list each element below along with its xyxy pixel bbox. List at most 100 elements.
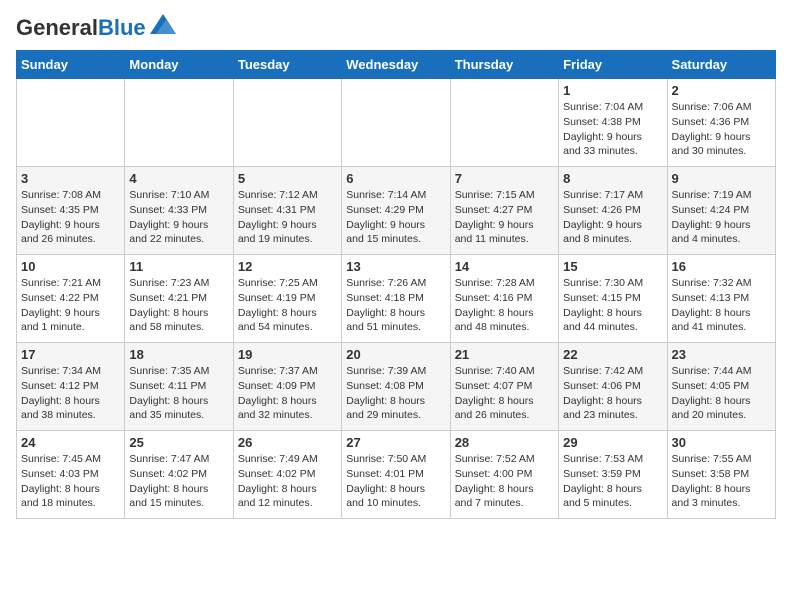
- day-info: Sunrise: 7:10 AM Sunset: 4:33 PM Dayligh…: [129, 188, 228, 247]
- calendar-cell: 7Sunrise: 7:15 AM Sunset: 4:27 PM Daylig…: [450, 167, 558, 255]
- day-number: 18: [129, 347, 228, 362]
- day-number: 2: [672, 83, 771, 98]
- day-info: Sunrise: 7:21 AM Sunset: 4:22 PM Dayligh…: [21, 276, 120, 335]
- day-number: 11: [129, 259, 228, 274]
- day-info: Sunrise: 7:55 AM Sunset: 3:58 PM Dayligh…: [672, 452, 771, 511]
- day-number: 15: [563, 259, 662, 274]
- day-info: Sunrise: 7:50 AM Sunset: 4:01 PM Dayligh…: [346, 452, 445, 511]
- calendar-cell: 5 Sunrise: 7:12 AM Sunset: 4:31 PM Daylig…: [233, 167, 341, 255]
- day-info: Sunrise: 7:12 AM Sunset: 4:31 PM Dayligh…: [238, 188, 337, 247]
- day-number: 1: [563, 83, 662, 98]
- day-info: Sunrise: 7:45 AM Sunset: 4:03 PM Dayligh…: [21, 452, 120, 511]
- calendar-cell: 4 Sunrise: 7:10 AM Sunset: 4:33 PM Daylig…: [125, 167, 233, 255]
- weekday-sunday: Sunday: [17, 51, 125, 79]
- day-info: Sunrise: 7:04 AM Sunset: 4:38 PM Dayligh…: [563, 100, 662, 159]
- calendar-cell: 22Sunrise: 7:42 AM Sunset: 4:06 PM Dayli…: [559, 343, 667, 431]
- weekday-tuesday: Tuesday: [233, 51, 341, 79]
- header: GeneralBlue: [16, 16, 776, 40]
- day-info: Sunrise: 7:17 AM Sunset: 4:26 PM Dayligh…: [563, 188, 662, 247]
- day-info: Sunrise: 7:08 AM Sunset: 4:35 PM Dayligh…: [21, 188, 120, 247]
- weekday-monday: Monday: [125, 51, 233, 79]
- calendar-cell: [342, 79, 450, 167]
- day-number: 4: [129, 171, 228, 186]
- weekday-saturday: Saturday: [667, 51, 775, 79]
- calendar-cell: 28 Sunrise: 7:52 AM Sunset: 4:00 PM Dayli…: [450, 431, 558, 519]
- weekday-thursday: Thursday: [450, 51, 558, 79]
- day-number: 17: [21, 347, 120, 362]
- day-number: 23: [672, 347, 771, 362]
- day-number: 25: [129, 435, 228, 450]
- day-number: 3: [21, 171, 120, 186]
- weekday-header-row: SundayMondayTuesdayWednesdayThursdayFrid…: [17, 51, 776, 79]
- calendar-cell: 2 Sunrise: 7:06 AM Sunset: 4:36 PM Daylig…: [667, 79, 775, 167]
- day-number: 5: [238, 171, 337, 186]
- day-number: 28: [455, 435, 554, 450]
- calendar-table: SundayMondayTuesdayWednesdayThursdayFrid…: [16, 50, 776, 519]
- weekday-wednesday: Wednesday: [342, 51, 450, 79]
- day-number: 10: [21, 259, 120, 274]
- day-info: Sunrise: 7:14 AM Sunset: 4:29 PM Dayligh…: [346, 188, 445, 247]
- calendar-cell: 12 Sunrise: 7:25 AM Sunset: 4:19 PM Dayli…: [233, 255, 341, 343]
- calendar-cell: 29 Sunrise: 7:53 AM Sunset: 3:59 PM Dayli…: [559, 431, 667, 519]
- logo-blue: Blue: [98, 15, 146, 40]
- logo-icon: [150, 14, 176, 34]
- calendar-cell: 25Sunrise: 7:47 AM Sunset: 4:02 PM Dayli…: [125, 431, 233, 519]
- day-info: Sunrise: 7:37 AM Sunset: 4:09 PM Dayligh…: [238, 364, 337, 423]
- calendar-cell: 21 Sunrise: 7:40 AM Sunset: 4:07 PM Dayli…: [450, 343, 558, 431]
- weekday-friday: Friday: [559, 51, 667, 79]
- calendar-cell: 9Sunrise: 7:19 AM Sunset: 4:24 PM Daylig…: [667, 167, 775, 255]
- day-info: Sunrise: 7:34 AM Sunset: 4:12 PM Dayligh…: [21, 364, 120, 423]
- week-row-5: 24 Sunrise: 7:45 AM Sunset: 4:03 PM Dayli…: [17, 431, 776, 519]
- day-number: 29: [563, 435, 662, 450]
- calendar-cell: [17, 79, 125, 167]
- calendar-cell: 19 Sunrise: 7:37 AM Sunset: 4:09 PM Dayli…: [233, 343, 341, 431]
- calendar-cell: 10 Sunrise: 7:21 AM Sunset: 4:22 PM Dayli…: [17, 255, 125, 343]
- calendar-cell: 24 Sunrise: 7:45 AM Sunset: 4:03 PM Dayli…: [17, 431, 125, 519]
- day-info: Sunrise: 7:19 AM Sunset: 4:24 PM Dayligh…: [672, 188, 771, 247]
- day-info: Sunrise: 7:44 AM Sunset: 4:05 PM Dayligh…: [672, 364, 771, 423]
- week-row-4: 17 Sunrise: 7:34 AM Sunset: 4:12 PM Dayli…: [17, 343, 776, 431]
- calendar-cell: 13Sunrise: 7:26 AM Sunset: 4:18 PM Dayli…: [342, 255, 450, 343]
- day-info: Sunrise: 7:53 AM Sunset: 3:59 PM Dayligh…: [563, 452, 662, 511]
- day-number: 21: [455, 347, 554, 362]
- calendar-body: 1 Sunrise: 7:04 AM Sunset: 4:38 PM Daylig…: [17, 79, 776, 519]
- day-number: 20: [346, 347, 445, 362]
- calendar-cell: 16 Sunrise: 7:32 AM Sunset: 4:13 PM Dayli…: [667, 255, 775, 343]
- day-info: Sunrise: 7:28 AM Sunset: 4:16 PM Dayligh…: [455, 276, 554, 335]
- day-info: Sunrise: 7:26 AM Sunset: 4:18 PM Dayligh…: [346, 276, 445, 335]
- calendar-cell: 15 Sunrise: 7:30 AM Sunset: 4:15 PM Dayli…: [559, 255, 667, 343]
- calendar-cell: 1 Sunrise: 7:04 AM Sunset: 4:38 PM Daylig…: [559, 79, 667, 167]
- day-number: 8: [563, 171, 662, 186]
- week-row-2: 3 Sunrise: 7:08 AM Sunset: 4:35 PM Daylig…: [17, 167, 776, 255]
- calendar-cell: 18 Sunrise: 7:35 AM Sunset: 4:11 PM Dayli…: [125, 343, 233, 431]
- logo: GeneralBlue: [16, 16, 176, 40]
- calendar-cell: 14 Sunrise: 7:28 AM Sunset: 4:16 PM Dayli…: [450, 255, 558, 343]
- calendar-cell: 6Sunrise: 7:14 AM Sunset: 4:29 PM Daylig…: [342, 167, 450, 255]
- calendar-cell: 30 Sunrise: 7:55 AM Sunset: 3:58 PM Dayli…: [667, 431, 775, 519]
- day-info: Sunrise: 7:32 AM Sunset: 4:13 PM Dayligh…: [672, 276, 771, 335]
- calendar-cell: 8 Sunrise: 7:17 AM Sunset: 4:26 PM Daylig…: [559, 167, 667, 255]
- week-row-1: 1 Sunrise: 7:04 AM Sunset: 4:38 PM Daylig…: [17, 79, 776, 167]
- day-number: 14: [455, 259, 554, 274]
- day-number: 12: [238, 259, 337, 274]
- day-number: 19: [238, 347, 337, 362]
- calendar-cell: 23 Sunrise: 7:44 AM Sunset: 4:05 PM Dayli…: [667, 343, 775, 431]
- day-number: 27: [346, 435, 445, 450]
- day-number: 26: [238, 435, 337, 450]
- day-number: 30: [672, 435, 771, 450]
- logo-general: General: [16, 15, 98, 40]
- day-info: Sunrise: 7:35 AM Sunset: 4:11 PM Dayligh…: [129, 364, 228, 423]
- day-number: 16: [672, 259, 771, 274]
- day-number: 24: [21, 435, 120, 450]
- calendar-cell: [233, 79, 341, 167]
- day-info: Sunrise: 7:30 AM Sunset: 4:15 PM Dayligh…: [563, 276, 662, 335]
- day-info: Sunrise: 7:52 AM Sunset: 4:00 PM Dayligh…: [455, 452, 554, 511]
- calendar-cell: 20Sunrise: 7:39 AM Sunset: 4:08 PM Dayli…: [342, 343, 450, 431]
- day-info: Sunrise: 7:15 AM Sunset: 4:27 PM Dayligh…: [455, 188, 554, 247]
- calendar-cell: 11Sunrise: 7:23 AM Sunset: 4:21 PM Dayli…: [125, 255, 233, 343]
- day-info: Sunrise: 7:40 AM Sunset: 4:07 PM Dayligh…: [455, 364, 554, 423]
- day-info: Sunrise: 7:06 AM Sunset: 4:36 PM Dayligh…: [672, 100, 771, 159]
- day-info: Sunrise: 7:25 AM Sunset: 4:19 PM Dayligh…: [238, 276, 337, 335]
- day-number: 22: [563, 347, 662, 362]
- calendar-cell: [450, 79, 558, 167]
